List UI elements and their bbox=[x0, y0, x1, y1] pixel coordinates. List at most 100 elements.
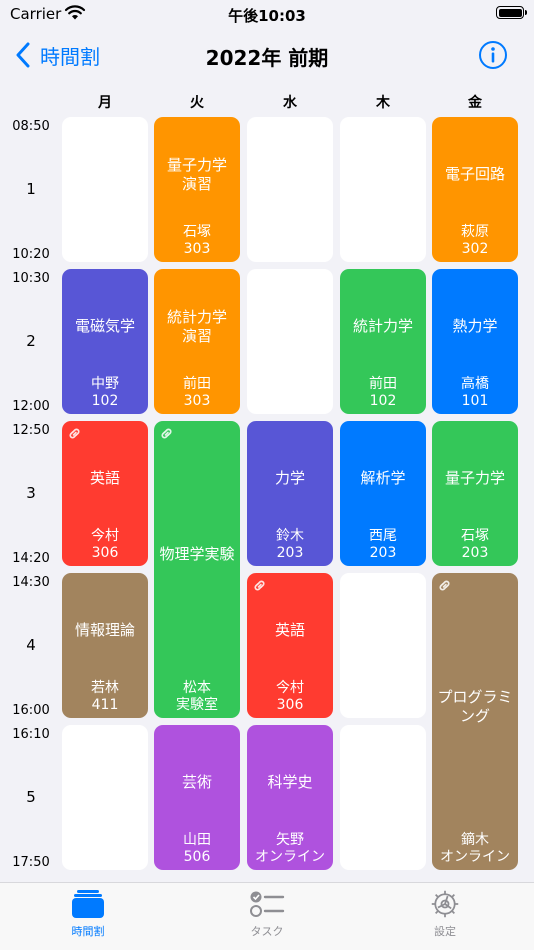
class-subject: 解析学 bbox=[360, 469, 406, 487]
tab-timetable-label: 時間割 bbox=[71, 925, 105, 938]
class-cell[interactable]: 芸術 山田 506 bbox=[154, 725, 240, 870]
page-title: 2022年 前期 bbox=[205, 46, 329, 70]
class-room: 102 bbox=[91, 393, 119, 409]
class-cell[interactable]: 統計力学前田 102 bbox=[340, 269, 426, 414]
empty-class-cell[interactable] bbox=[340, 725, 426, 870]
period-number: 3 bbox=[26, 483, 36, 502]
day-header: 木 bbox=[376, 95, 390, 111]
class-subject: 統計力学 演習 bbox=[166, 307, 227, 345]
class-meta: 矢野 オンライン bbox=[247, 832, 333, 866]
class-teacher: 石塚 bbox=[461, 528, 489, 544]
class-subject: プログラミ ング bbox=[437, 687, 513, 725]
class-subject: 英語 bbox=[89, 469, 120, 487]
class-teacher: 前田 bbox=[183, 376, 211, 392]
status-time: 午後10:03 bbox=[228, 7, 306, 25]
class-subject: 電磁気学 bbox=[74, 317, 135, 335]
gear-icon bbox=[431, 890, 459, 918]
class-room: 411 bbox=[91, 697, 119, 713]
class-subject: 科学史 bbox=[267, 773, 313, 791]
battery-icon bbox=[496, 6, 527, 19]
class-subject: 量子力学 bbox=[444, 469, 505, 487]
empty-class-cell[interactable] bbox=[340, 573, 426, 718]
class-cell[interactable]: 電子回路萩原 302 bbox=[432, 117, 518, 262]
class-room: 102 bbox=[369, 393, 397, 409]
class-room: 306 bbox=[276, 697, 304, 713]
class-cell[interactable]: 電磁気学中野 102 bbox=[62, 269, 148, 414]
class-teacher: 今村 bbox=[91, 528, 119, 544]
class-teacher: 石塚 bbox=[183, 224, 211, 240]
link-icon bbox=[67, 426, 82, 441]
class-teacher: 高橋 bbox=[461, 376, 489, 392]
class-meta: 前田 303 bbox=[154, 376, 240, 410]
link-icon bbox=[437, 578, 452, 593]
class-room: 101 bbox=[461, 393, 489, 409]
empty-class-cell[interactable] bbox=[340, 117, 426, 262]
empty-class-cell[interactable] bbox=[247, 117, 333, 262]
period-end-time: 12:00 bbox=[12, 399, 50, 414]
class-room: 203 bbox=[276, 545, 304, 561]
period-end-time: 17:50 bbox=[12, 855, 50, 870]
class-meta: 中野 102 bbox=[62, 376, 148, 410]
empty-class-cell[interactable] bbox=[247, 269, 333, 414]
class-teacher: 鏑木 bbox=[461, 832, 489, 848]
class-subject: 物理学実験 bbox=[159, 545, 235, 563]
class-teacher: 中野 bbox=[91, 376, 119, 392]
class-cell[interactable]: 熱力学高橋 101 bbox=[432, 269, 518, 414]
class-meta: 山田 506 bbox=[154, 832, 240, 866]
class-meta: 石塚 303 bbox=[154, 224, 240, 258]
tab-tasks[interactable]: タスク bbox=[207, 889, 327, 939]
tab-settings-label: 設定 bbox=[434, 925, 456, 938]
class-meta: 鈴木 203 bbox=[247, 528, 333, 562]
class-cell[interactable]: 統計力学 演習前田 303 bbox=[154, 269, 240, 414]
class-cell[interactable]: 量子力学 演習石塚 303 bbox=[154, 117, 240, 262]
class-cell[interactable]: 解析学西尾 203 bbox=[340, 421, 426, 566]
class-subject: 熱力学 bbox=[452, 317, 498, 335]
period-start-time: 12:50 bbox=[12, 423, 50, 438]
class-cell[interactable]: 科学史矢野 オンライン bbox=[247, 725, 333, 870]
period-end-time: 16:00 bbox=[12, 703, 50, 718]
day-header: 水 bbox=[283, 95, 297, 111]
period-end-time: 14:20 bbox=[12, 551, 50, 566]
class-meta: 西尾 203 bbox=[340, 528, 426, 562]
empty-class-cell[interactable] bbox=[62, 725, 148, 870]
timetable-icon bbox=[72, 890, 104, 918]
class-room: 302 bbox=[461, 241, 489, 257]
timetable-grid: 月 火 水 木 金 08:50 1 10:20 10:30 2 12:00 12:50 3 14:20 14… bbox=[0, 82, 534, 882]
class-room: 506 bbox=[183, 849, 211, 865]
class-meta: 高橋 101 bbox=[432, 376, 518, 410]
class-room: 203 bbox=[369, 545, 397, 561]
class-teacher: 今村 bbox=[276, 680, 304, 696]
class-teacher: 鈴木 bbox=[276, 528, 304, 544]
class-cell[interactable]: 力学 鈴木 203 bbox=[247, 421, 333, 566]
class-cell[interactable]: 量子力学石塚 203 bbox=[432, 421, 518, 566]
class-meta: 前田 102 bbox=[340, 376, 426, 410]
class-room: オンライン bbox=[255, 849, 325, 865]
class-subject: 統計力学 bbox=[352, 317, 413, 335]
class-meta: 松本 実験室 bbox=[154, 680, 240, 714]
class-subject: 電子回路 bbox=[444, 165, 505, 183]
tab-tasks-label: タスク bbox=[250, 925, 284, 938]
class-room: 303 bbox=[183, 241, 211, 257]
class-cell[interactable]: 英語 今村 306 bbox=[247, 573, 333, 718]
day-header: 金 bbox=[468, 95, 482, 111]
info-icon[interactable] bbox=[478, 40, 508, 70]
tab-bar: 時間割 タスク 設定 bbox=[0, 882, 534, 950]
class-cell[interactable]: 物理学実験松本 実験室 bbox=[154, 421, 240, 718]
class-teacher: 西尾 bbox=[369, 528, 397, 544]
period-start-time: 14:30 bbox=[12, 575, 50, 590]
class-cell[interactable]: プログラミ ング鏑木 オンライン bbox=[432, 573, 518, 870]
empty-class-cell[interactable] bbox=[62, 117, 148, 262]
class-teacher: 山田 bbox=[183, 832, 211, 848]
class-subject: 量子力学 演習 bbox=[166, 155, 227, 193]
day-header: 月 bbox=[98, 95, 112, 111]
class-cell[interactable]: 英語 今村 306 bbox=[62, 421, 148, 566]
period-number: 2 bbox=[26, 331, 36, 350]
link-icon bbox=[252, 578, 267, 593]
period-start-time: 10:30 bbox=[12, 271, 50, 286]
class-room: 203 bbox=[461, 545, 489, 561]
tab-settings[interactable]: 設定 bbox=[385, 889, 505, 939]
class-meta: 鏑木 オンライン bbox=[432, 832, 518, 866]
tab-timetable[interactable]: 時間割 bbox=[28, 889, 148, 939]
class-cell[interactable]: 情報理論 若林 411 bbox=[62, 573, 148, 718]
class-teacher: 萩原 bbox=[461, 224, 489, 240]
